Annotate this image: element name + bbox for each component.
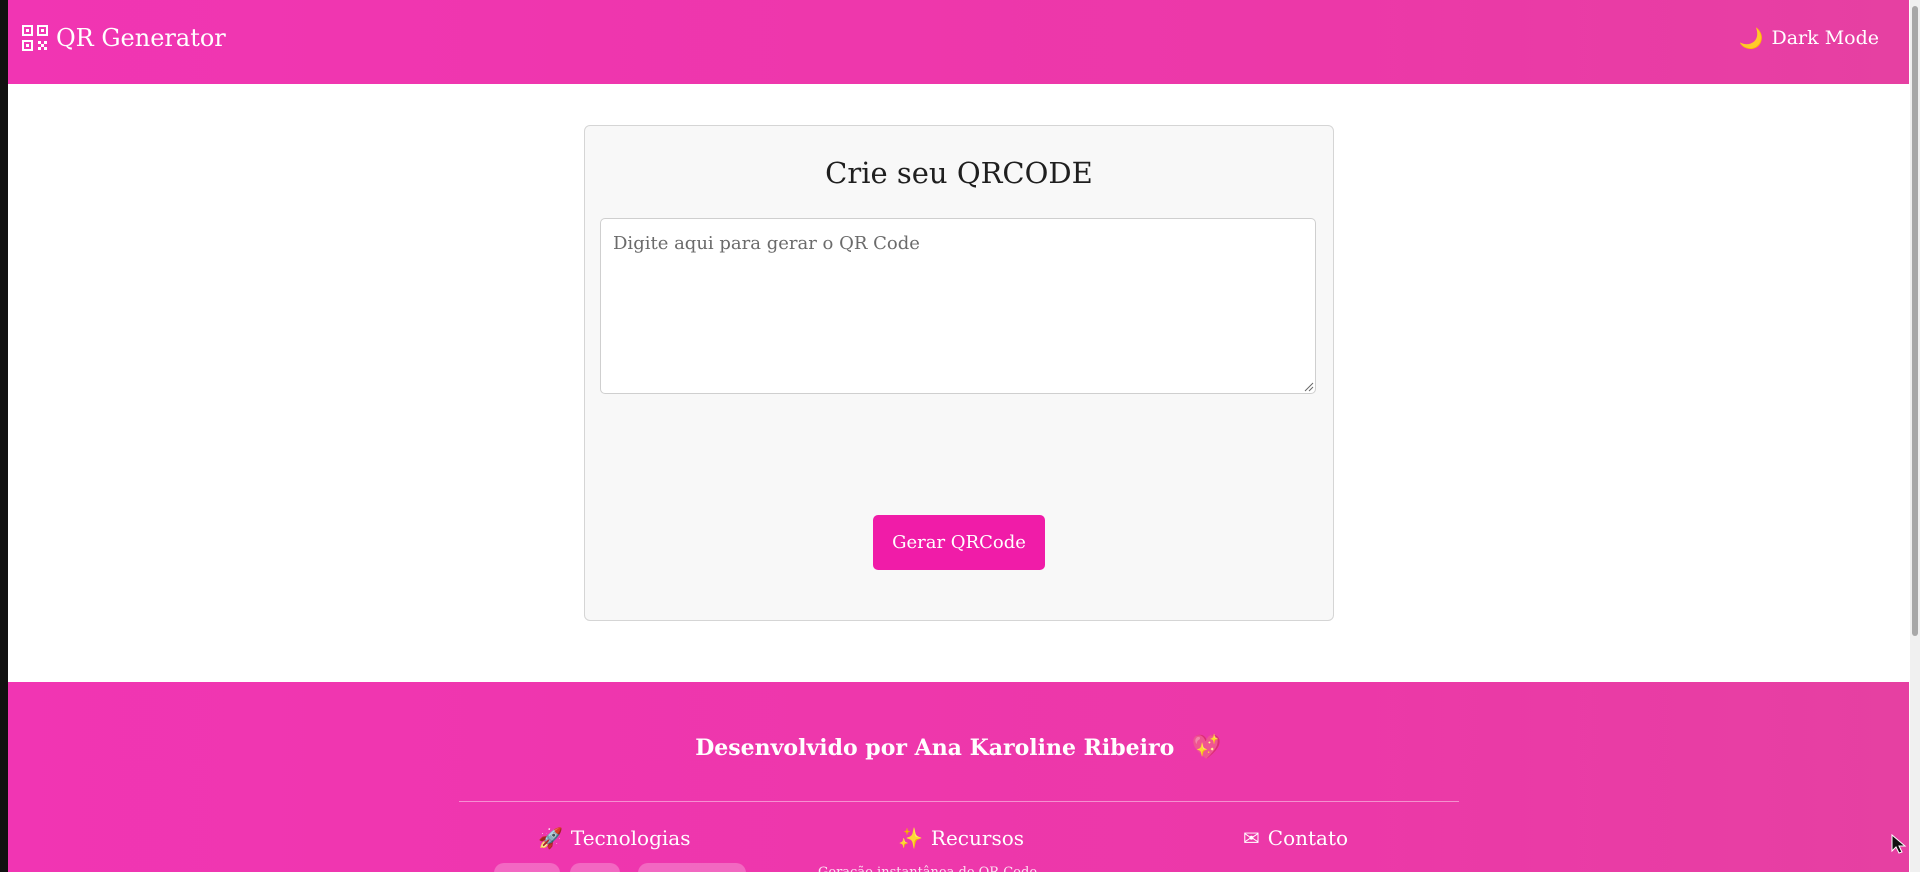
tech-badge — [494, 863, 560, 883]
mouse-cursor-icon — [1891, 833, 1907, 854]
moon-icon: 🌙 — [1738, 26, 1764, 50]
tech-badge — [638, 863, 746, 883]
footer-link-recursos[interactable]: ✨ Recursos — [898, 824, 1024, 852]
page-title: Crie seu QRCODE — [825, 156, 1093, 190]
rocket-icon: 🚀 — [538, 826, 563, 850]
footer-link-contato[interactable]: ✉ Contato — [1243, 824, 1348, 852]
window-edge — [0, 0, 8, 872]
vertical-scrollbar[interactable] — [1910, 0, 1920, 872]
footer-link-label: Contato — [1267, 826, 1349, 850]
footer-link-tecnologias[interactable]: 🚀 Tecnologias — [538, 824, 690, 852]
feature-item: Geração instantânea de QR Code — [818, 865, 1038, 880]
generate-qrcode-button[interactable]: Gerar QRCode — [873, 515, 1045, 570]
envelope-icon: ✉ — [1243, 826, 1260, 850]
sparkling-heart-icon: 💖 — [1191, 732, 1222, 761]
footer: Desenvolvido por Ana Karoline Ribeiro 💖 … — [8, 682, 1909, 883]
navbar: QR Generator 🌙 Dark Mode — [8, 0, 1909, 84]
scrollbar-thumb[interactable] — [1912, 6, 1918, 636]
tech-badge — [570, 863, 620, 883]
brand[interactable]: QR Generator — [22, 20, 226, 56]
sparkles-icon: ✨ — [898, 826, 923, 850]
dark-mode-label: Dark Mode — [1771, 27, 1880, 49]
footer-link-label: Tecnologias — [570, 826, 691, 850]
brand-label: QR Generator — [56, 24, 226, 52]
qr-text-input[interactable] — [600, 218, 1316, 394]
resize-handle-icon[interactable] — [1304, 382, 1314, 392]
dark-mode-toggle[interactable]: 🌙 Dark Mode — [1739, 22, 1879, 54]
qr-form-card: Crie seu QRCODE Gerar QRCode — [584, 125, 1334, 621]
footer-divider — [459, 801, 1459, 802]
qr-code-icon — [22, 25, 48, 51]
credit-line: Desenvolvido por Ana Karoline Ribeiro 💖 — [8, 732, 1909, 761]
footer-link-label: Recursos — [930, 826, 1025, 850]
credit-text: Desenvolvido por Ana Karoline Ribeiro — [695, 735, 1175, 761]
